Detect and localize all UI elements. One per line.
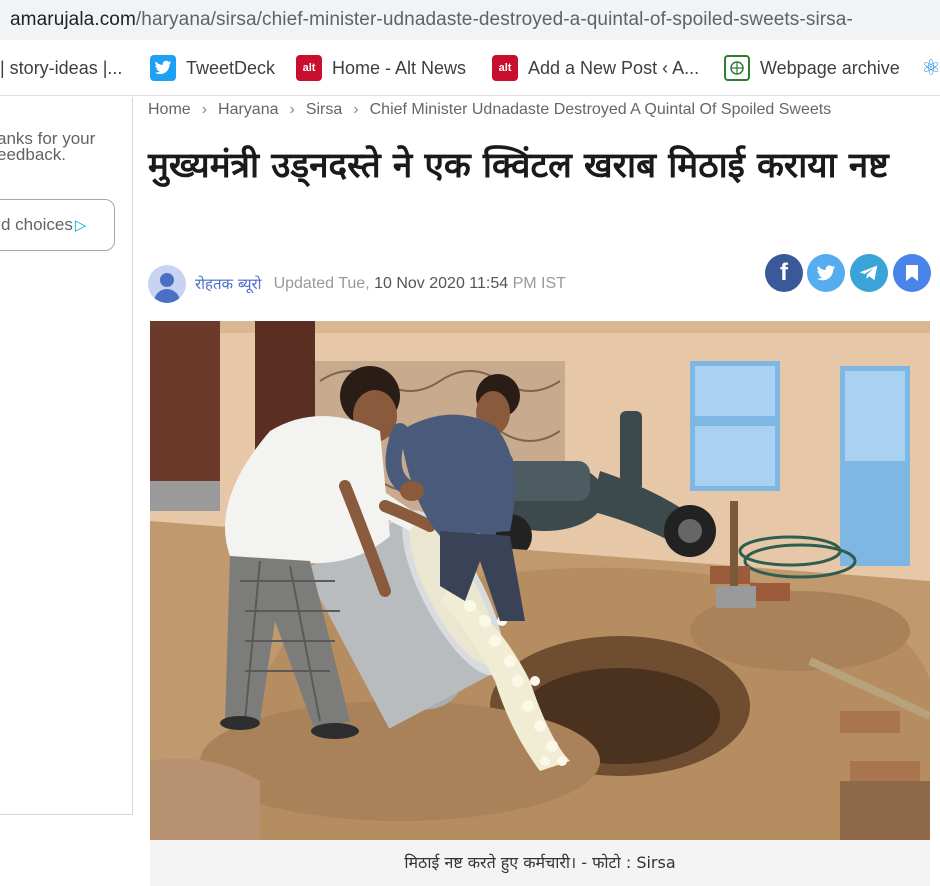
breadcrumb-current: Chief Minister Udnadaste Destroyed A Qui…	[369, 101, 832, 118]
breadcrumb: Home › Haryana › Sirsa › Chief Minister Udnada…	[148, 101, 831, 119]
breadcrumb-separator: ›	[201, 101, 208, 118]
article-title: मुख्यमंत्री उड्नदस्ते ने एक क्विंटल खराब…	[148, 146, 889, 186]
author-link[interactable]: रोहतक ब्यूरो	[195, 274, 262, 294]
ad-feedback-thanks: anks for your eedback.	[0, 129, 96, 164]
facebook-icon: f	[780, 259, 788, 286]
ad-feedback-panel: anks for your eedback. d choices ▷	[0, 97, 133, 815]
telegram-share-button[interactable]	[850, 254, 888, 292]
bookmark-webpage-archive[interactable]: Webpage archive	[724, 54, 900, 82]
bookmark-react[interactable]: ⚛	[918, 54, 940, 82]
tweetdeck-icon	[150, 55, 176, 81]
telegram-icon	[859, 265, 878, 281]
react-icon: ⚛	[921, 55, 940, 80]
breadcrumb-sirsa[interactable]: Sirsa	[306, 101, 342, 118]
archive-icon	[724, 55, 750, 81]
altnews-icon: alt	[492, 55, 518, 81]
bookmark-button[interactable]	[893, 254, 931, 292]
bookmark-label: Webpage archive	[760, 57, 900, 78]
author-avatar[interactable]	[148, 265, 186, 303]
bookmark-label: | story-ideas |...	[0, 57, 123, 78]
bookmark-label: TweetDeck	[186, 57, 276, 78]
bookmark-tweetdeck[interactable]: TweetDeck	[150, 54, 275, 82]
breadcrumb-separator: ›	[289, 101, 295, 118]
photo-illustration	[150, 321, 930, 840]
address-bar[interactable]: amarujala.com/haryana/sirsa/chief-minist…	[0, 0, 940, 40]
article-photo	[150, 321, 930, 840]
breadcrumb-separator: ›	[353, 101, 359, 118]
facebook-share-button[interactable]: f	[765, 254, 803, 292]
bookmarks-bar: | story-ideas |... TweetDeck alt Home - …	[0, 40, 940, 96]
url-text[interactable]: amarujala.com/haryana/sirsa/chief-minist…	[10, 9, 853, 31]
bookmark-alt-news-home[interactable]: alt Home - Alt News	[296, 54, 466, 82]
twitter-share-button[interactable]	[807, 254, 845, 292]
bookmark-label: Home - Alt News	[332, 57, 467, 78]
altnews-icon: alt	[296, 55, 322, 81]
bookmark-story-ideas[interactable]: | story-ideas |...	[0, 54, 122, 82]
ad-choices-button[interactable]: d choices ▷	[0, 199, 115, 251]
avatar-body	[154, 289, 180, 303]
twitter-icon	[816, 264, 836, 280]
photo-caption: मिठाई नष्ट करते हुए कर्मचारी। - फोटो : S…	[150, 840, 930, 886]
avatar-head	[160, 273, 174, 287]
bookmark-add-new-post[interactable]: alt Add a New Post ‹ A...	[492, 54, 699, 82]
updated-timestamp: Updated Tue, 10 Nov 2020 11:54 PM IST	[273, 275, 566, 292]
breadcrumb-home[interactable]: Home	[148, 101, 191, 118]
bookmark-icon	[906, 265, 918, 281]
article-byline: रोहतक ब्यूरो Updated Tue, 10 Nov 2020 11…	[148, 264, 566, 304]
breadcrumb-haryana[interactable]: Haryana	[218, 101, 278, 118]
bookmark-label: Add a New Post ‹ A...	[528, 57, 700, 78]
adchoices-icon: ▷	[74, 217, 87, 234]
